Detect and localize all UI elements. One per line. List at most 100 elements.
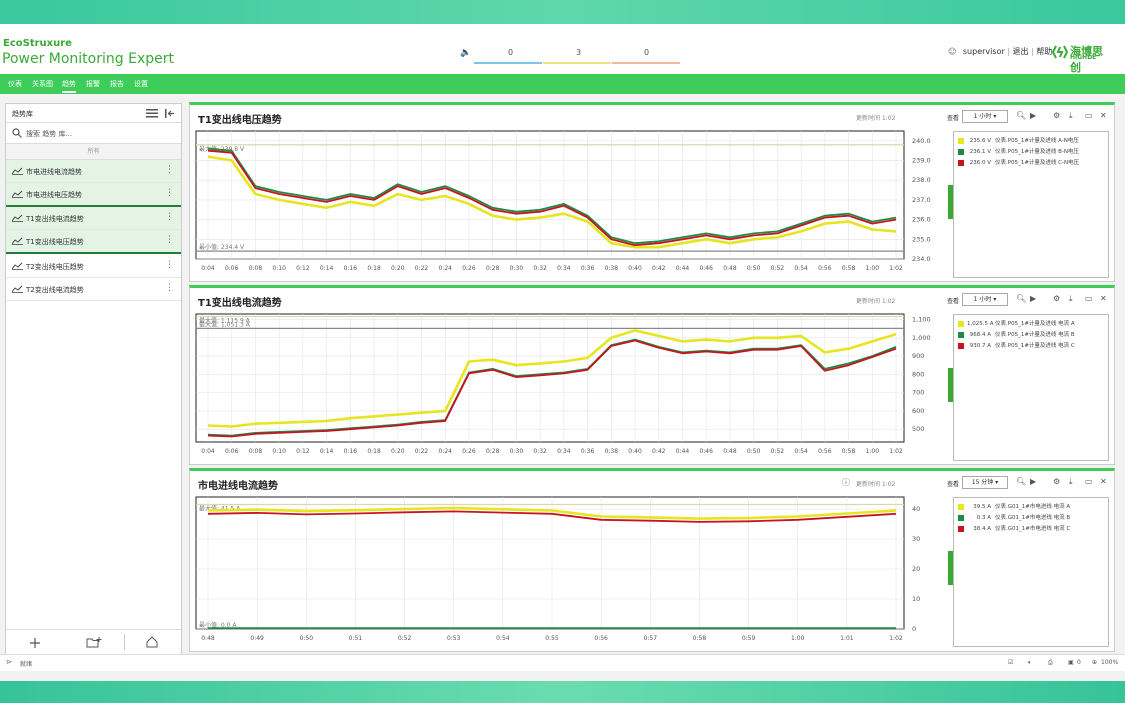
x-tick-label: 0:48 bbox=[201, 635, 215, 642]
close-icon[interactable]: ✕ bbox=[1100, 294, 1107, 303]
time-range-select[interactable]: 15 分钟 ▾ bbox=[962, 476, 1008, 489]
zoom-level-icon[interactable]: ⊕ bbox=[1092, 659, 1097, 666]
x-tick-label: 0:48 bbox=[723, 448, 737, 455]
time-range-select[interactable]: 1 小时 ▾ bbox=[962, 110, 1008, 123]
add-folder-icon[interactable] bbox=[86, 636, 102, 648]
nav-settings[interactable]: 设置 bbox=[134, 79, 148, 89]
time-range-select[interactable]: 1 小时 ▾ bbox=[962, 293, 1008, 306]
search-input[interactable]: 搜索 趋势 库... bbox=[26, 129, 72, 139]
legend-swatch bbox=[958, 331, 964, 338]
gear-icon[interactable]: ⚙ bbox=[1053, 111, 1060, 120]
legend-swatch bbox=[958, 320, 964, 327]
zoom-icon[interactable]: 🔍︎ bbox=[1016, 294, 1026, 303]
export-icon[interactable]: ⤓ bbox=[1069, 111, 1073, 121]
help-link[interactable]: 帮助 bbox=[1036, 47, 1052, 56]
trend-panel-t1-current: T1变出线电流趋势 更新时间 1:02 查看 1 小时 ▾ 🔍︎ ▶ ⚙ ⤓ ▭… bbox=[189, 285, 1115, 465]
home-icon[interactable] bbox=[146, 636, 158, 648]
x-tick-label: 0:44 bbox=[676, 448, 690, 455]
trend-chart-t1-current[interactable]: 0:04 0:06 0:08 0:10 0:12 0:14 0:16 0:18 0:20 0:22… bbox=[190, 310, 950, 460]
min-value-label: 最小值: 234.4 V bbox=[199, 243, 245, 251]
legend-entry[interactable]: 968.4 A 仪表.P05_1#计量及进线 电流 B bbox=[958, 330, 1075, 338]
logout-link[interactable]: 退出 bbox=[1013, 47, 1029, 56]
nav-trends[interactable]: 趋势 bbox=[62, 79, 76, 93]
updated-time: 更新时间 1:02 bbox=[856, 298, 896, 305]
gear-icon[interactable]: ⚙ bbox=[1053, 477, 1060, 486]
x-tick-label: 0:59 bbox=[742, 635, 756, 642]
trend-chart-grid-current[interactable]: 0:48 0:49 0:50 0:51 0:52 0:53 0:54 0:55 0:56 0:57… bbox=[190, 493, 950, 647]
legend-entry[interactable]: 930.7 A 仪表.P05_1#计量及进线 电流 C bbox=[958, 341, 1075, 349]
more-options-icon[interactable]: ⋮ bbox=[165, 165, 174, 175]
volume-icon[interactable]: 🔈︎ bbox=[1028, 659, 1032, 667]
info-icon[interactable]: ⓘ bbox=[842, 477, 850, 488]
more-options-icon[interactable]: ⋮ bbox=[165, 188, 174, 198]
close-icon[interactable]: ✕ bbox=[1100, 477, 1107, 486]
min-value-label: 最大值: 1,051.3 A bbox=[199, 320, 251, 328]
alarm-summary[interactable]: 🔈 0 3 0 bbox=[456, 46, 681, 66]
more-options-icon[interactable]: ⋮ bbox=[165, 212, 174, 222]
play-icon[interactable]: ▶ bbox=[1030, 294, 1036, 303]
user-icon: ☺ bbox=[948, 47, 957, 56]
print-icon[interactable]: ⎙ bbox=[1048, 659, 1053, 667]
trend-item-t1-voltage[interactable]: T1变出线电压趋势 ⋮ bbox=[6, 230, 181, 254]
legend-entry[interactable]: 39.5 A 仪表.G01_1#市电进线 电流 A bbox=[958, 502, 1070, 510]
legend-entry[interactable]: 236.1 V 仪表.P05_1#计量及进线 B-N电压 bbox=[958, 147, 1079, 155]
zoom-icon[interactable]: 🔍︎ bbox=[1016, 111, 1026, 120]
maximize-icon[interactable]: ▭ bbox=[1085, 111, 1093, 120]
range-label: 查看 bbox=[947, 481, 960, 488]
x-tick-label: 0:50 bbox=[747, 265, 761, 272]
trend-item-t1-current[interactable]: T1变出线电流趋势 ⋮ bbox=[6, 207, 181, 230]
legend-entry[interactable]: 236.0 V 仪表.P05_1#计量及进线 C-N电压 bbox=[958, 158, 1079, 166]
nav-alarms[interactable]: 报警 bbox=[86, 79, 100, 89]
trend-item-grid-current[interactable]: 市电进线电流趋势 ⋮ bbox=[6, 160, 181, 183]
close-icon[interactable]: ✕ bbox=[1100, 111, 1107, 120]
legend-entry[interactable]: 235.6 V 仪表.P05_1#计量及进线 A-N电压 bbox=[958, 136, 1079, 144]
trend-search[interactable]: 搜索 趋势 库... bbox=[6, 123, 181, 144]
legend-name: 仪表.P05_1#计量及进线 C-N电压 bbox=[995, 160, 1080, 166]
menu-icon[interactable] bbox=[146, 109, 158, 118]
speaker-icon[interactable]: 🔈 bbox=[460, 48, 471, 58]
add-icon[interactable] bbox=[30, 638, 40, 648]
maximize-icon[interactable]: ▭ bbox=[1085, 477, 1093, 486]
x-tick-label: 0:28 bbox=[486, 265, 500, 272]
legend-entry[interactable]: 38.4 A 仪表.G01_1#市电进线 电流 C bbox=[958, 524, 1070, 532]
maximize-icon[interactable]: ▭ bbox=[1085, 294, 1093, 303]
nav-dashboard[interactable]: 仪表 bbox=[8, 79, 22, 89]
check-icon[interactable]: ☑ bbox=[1008, 659, 1013, 666]
trend-item-grid-voltage[interactable]: 市电进线电压趋势 ⋮ bbox=[6, 183, 181, 207]
gear-icon[interactable]: ⚙ bbox=[1053, 294, 1060, 303]
play-icon[interactable]: ▶ bbox=[1030, 477, 1036, 486]
trend-legend: 235.6 V 仪表.P05_1#计量及进线 A-N电压 236.1 V 仪表.P0… bbox=[953, 131, 1109, 278]
expand-icon[interactable]: ⊳ bbox=[6, 658, 12, 666]
x-tick-label: 0:34 bbox=[557, 448, 571, 455]
more-options-icon[interactable]: ⋮ bbox=[165, 260, 174, 270]
more-options-icon[interactable]: ⋮ bbox=[165, 283, 174, 293]
trend-item-t2-current[interactable]: T2变出线电流趋势 ⋮ bbox=[6, 278, 181, 301]
y-tick-label: 240.0 bbox=[912, 137, 931, 145]
username[interactable]: supervisor bbox=[963, 47, 1005, 56]
x-tick-label: 0:24 bbox=[438, 448, 452, 455]
x-tick-label: 0:46 bbox=[699, 448, 713, 455]
x-tick-label: 0:18 bbox=[367, 265, 381, 272]
export-icon[interactable]: ⤓ bbox=[1069, 477, 1073, 487]
x-tick-label: 0:10 bbox=[272, 265, 286, 272]
x-tick-label: 0:44 bbox=[676, 265, 690, 272]
more-options-icon[interactable]: ⋮ bbox=[165, 235, 174, 245]
legend-entry[interactable]: 0.3 A 仪表.G01_1#市电进线 电流 B bbox=[958, 513, 1070, 521]
nav-diagrams[interactable]: 关系图 bbox=[32, 79, 53, 89]
play-icon[interactable]: ▶ bbox=[1030, 111, 1036, 120]
x-tick-label: 0:32 bbox=[533, 265, 547, 272]
legend-value: 930.7 A bbox=[969, 343, 991, 349]
x-tick-label: 0:51 bbox=[349, 635, 363, 642]
x-tick-label: 1:00 bbox=[866, 265, 880, 272]
partner-logo: 海博思创 HIGHDE bbox=[1052, 42, 1110, 74]
trend-chart-t1-voltage[interactable]: 0:04 0:06 0:08 0:10 0:12 0:14 0:16 0:18 0:20 0:22… bbox=[190, 127, 950, 277]
collapse-icon[interactable] bbox=[165, 109, 175, 118]
zoom-icon[interactable]: 🔍︎ bbox=[1016, 477, 1026, 486]
nav-reports[interactable]: 报告 bbox=[110, 79, 124, 89]
trend-item-label: T2变出线电压趋势 bbox=[26, 263, 84, 271]
legend-entry[interactable]: 1,025.5 A仪表.P05_1#计量及进线 电流 A bbox=[958, 319, 1075, 327]
trend-item-t2-voltage[interactable]: T2变出线电压趋势 ⋮ bbox=[6, 255, 181, 278]
trend-icon bbox=[12, 262, 23, 270]
x-tick-label: 0:38 bbox=[605, 265, 619, 272]
export-icon[interactable]: ⤓ bbox=[1069, 294, 1073, 304]
